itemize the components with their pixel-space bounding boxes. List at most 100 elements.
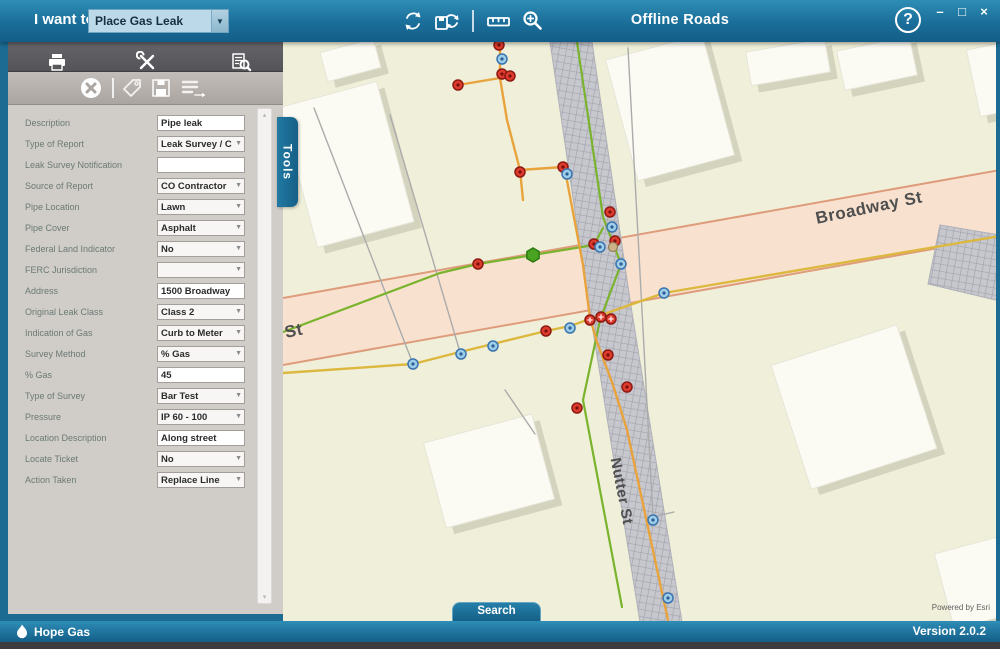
field-select[interactable]: No ▼ xyxy=(157,241,245,257)
zoom-in-icon[interactable] xyxy=(516,5,550,37)
chevron-down-icon[interactable]: ▼ xyxy=(235,392,242,399)
chevron-down-icon[interactable]: ▼ xyxy=(235,476,242,483)
field-value: 1500 Broadway xyxy=(161,286,231,297)
fitting-marker-dot xyxy=(610,225,614,229)
chevron-down-icon[interactable]: ▼ xyxy=(235,308,242,315)
scroll-down-icon[interactable]: ▾ xyxy=(258,593,271,601)
edit-list-icon[interactable] xyxy=(176,72,210,104)
field-select[interactable]: Asphalt ▼ xyxy=(157,220,245,236)
field-label: Survey Method xyxy=(25,349,86,359)
close-icon[interactable]: × xyxy=(976,4,992,19)
field-select[interactable]: IP 60 - 100 ▼ xyxy=(157,409,245,425)
chevron-down-icon[interactable]: ▼ xyxy=(235,413,242,420)
road-hatched-right xyxy=(927,224,996,301)
form-row: Indication of Gas Curb to Meter ▼ xyxy=(8,323,258,344)
field-select[interactable]: ▼ xyxy=(157,262,245,278)
brand: Hope Gas xyxy=(16,624,90,639)
chevron-down-icon[interactable]: ▼ xyxy=(211,10,228,32)
chevron-down-icon[interactable]: ▼ xyxy=(235,266,242,273)
fitting-marker-dot xyxy=(666,596,670,600)
form-rows: Description Pipe leak Type of Report Leak S… xyxy=(8,113,258,491)
panel-toolbar-light xyxy=(8,72,283,105)
field-label: Location Description xyxy=(25,433,107,443)
field-input[interactable]: Along street xyxy=(157,430,245,446)
chevron-down-icon[interactable]: ▼ xyxy=(235,245,242,252)
panel-toolbar-dark xyxy=(8,42,283,72)
fitting-marker-dot xyxy=(619,262,623,266)
fitting-marker-dot xyxy=(568,326,572,330)
scroll-up-icon[interactable]: ▴ xyxy=(258,111,271,119)
map-canvas[interactable]: Broadway St St Nutter St Powered by Esri xyxy=(283,42,996,621)
chevron-down-icon[interactable]: ▼ xyxy=(235,140,242,147)
form-row: Source of Report CO Contractor ▼ xyxy=(8,176,258,197)
flame-icon xyxy=(17,624,27,639)
valve-marker-dot xyxy=(456,83,460,87)
chevron-down-icon[interactable]: ▼ xyxy=(235,203,242,210)
form-row: Leak Survey Notification xyxy=(8,155,258,176)
field-select[interactable]: Curb to Meter ▼ xyxy=(157,325,245,341)
field-label: Pipe Cover xyxy=(25,223,70,233)
field-select[interactable]: No ▼ xyxy=(157,451,245,467)
field-value: No xyxy=(161,454,174,465)
form-row: Original Leak Class Class 2 ▼ xyxy=(8,302,258,323)
fitting-marker-dot xyxy=(459,352,463,356)
field-label: Type of Report xyxy=(25,139,85,149)
field-select[interactable]: Class 2 ▼ xyxy=(157,304,245,320)
field-value: No xyxy=(161,244,174,255)
field-input[interactable]: 45 xyxy=(157,367,245,383)
chevron-down-icon[interactable]: ▼ xyxy=(235,455,242,462)
save-icon[interactable] xyxy=(146,72,176,104)
fitting-marker-dot xyxy=(651,518,655,522)
gas-line xyxy=(456,76,502,87)
form-row: Action Taken Replace Line ▼ xyxy=(8,470,258,491)
leak-point-marker xyxy=(526,247,540,263)
valve-marker-dot xyxy=(508,74,512,78)
field-value: Curb to Meter xyxy=(161,328,223,339)
maximize-icon[interactable]: □ xyxy=(954,4,970,19)
chevron-down-icon[interactable]: ▼ xyxy=(235,182,242,189)
field-value: Lawn xyxy=(161,202,186,213)
form-row: FERC Jurisdiction ▼ xyxy=(8,260,258,281)
tools-tab[interactable]: Tools xyxy=(277,117,298,207)
sync-icon[interactable] xyxy=(396,5,430,37)
field-label: Pipe Location xyxy=(25,202,80,212)
title-bar: I want to: Place Gas Leak ▼ Offline Road… xyxy=(0,0,1000,42)
field-label: Original Leak Class xyxy=(25,307,104,317)
action-select[interactable]: Place Gas Leak ▼ xyxy=(88,9,229,33)
chevron-down-icon[interactable]: ▼ xyxy=(235,329,242,336)
field-value: Asphalt xyxy=(161,223,196,234)
clear-icon[interactable] xyxy=(74,72,108,104)
field-value: % Gas xyxy=(161,349,191,360)
gas-line xyxy=(518,165,565,172)
field-label: Description xyxy=(25,118,71,128)
field-select[interactable]: Lawn ▼ xyxy=(157,199,245,215)
field-input[interactable] xyxy=(157,157,245,173)
field-select[interactable]: Replace Line ▼ xyxy=(157,472,245,488)
building xyxy=(283,80,415,249)
form-scrollbar[interactable]: ▴ ▾ xyxy=(257,108,272,604)
field-input[interactable]: Pipe leak xyxy=(157,115,245,131)
field-select[interactable]: Leak Survey / C ▼ xyxy=(157,136,245,152)
page-title: Offline Roads xyxy=(630,12,730,28)
field-label: Federal Land Indicator xyxy=(25,244,116,254)
help-icon[interactable]: ? xyxy=(895,7,921,33)
minimize-icon[interactable]: – xyxy=(932,4,948,19)
field-input[interactable]: 1500 Broadway xyxy=(157,283,245,299)
field-select[interactable]: % Gas ▼ xyxy=(157,346,245,362)
chevron-down-icon[interactable]: ▼ xyxy=(235,224,242,231)
measure-icon[interactable] xyxy=(482,5,516,37)
window-bottom-edge xyxy=(0,642,1000,649)
chevron-down-icon[interactable]: ▼ xyxy=(235,350,242,357)
valve-marker-dot xyxy=(497,43,501,47)
search-tab[interactable]: Search xyxy=(452,602,541,621)
sync-device-icon[interactable] xyxy=(430,5,464,37)
field-value: Replace Line xyxy=(161,475,220,486)
tag-icon[interactable] xyxy=(118,72,146,104)
form-row: Pipe Cover Asphalt ▼ xyxy=(8,218,258,239)
field-select[interactable]: Bar Test ▼ xyxy=(157,388,245,404)
valve-marker-dot xyxy=(500,72,504,76)
form-row: Pressure IP 60 - 100 ▼ xyxy=(8,407,258,428)
form-panel: Description Pipe leak Type of Report Leak S… xyxy=(8,42,283,614)
action-select-value: Place Gas Leak xyxy=(95,14,184,28)
field-select[interactable]: CO Contractor ▼ xyxy=(157,178,245,194)
